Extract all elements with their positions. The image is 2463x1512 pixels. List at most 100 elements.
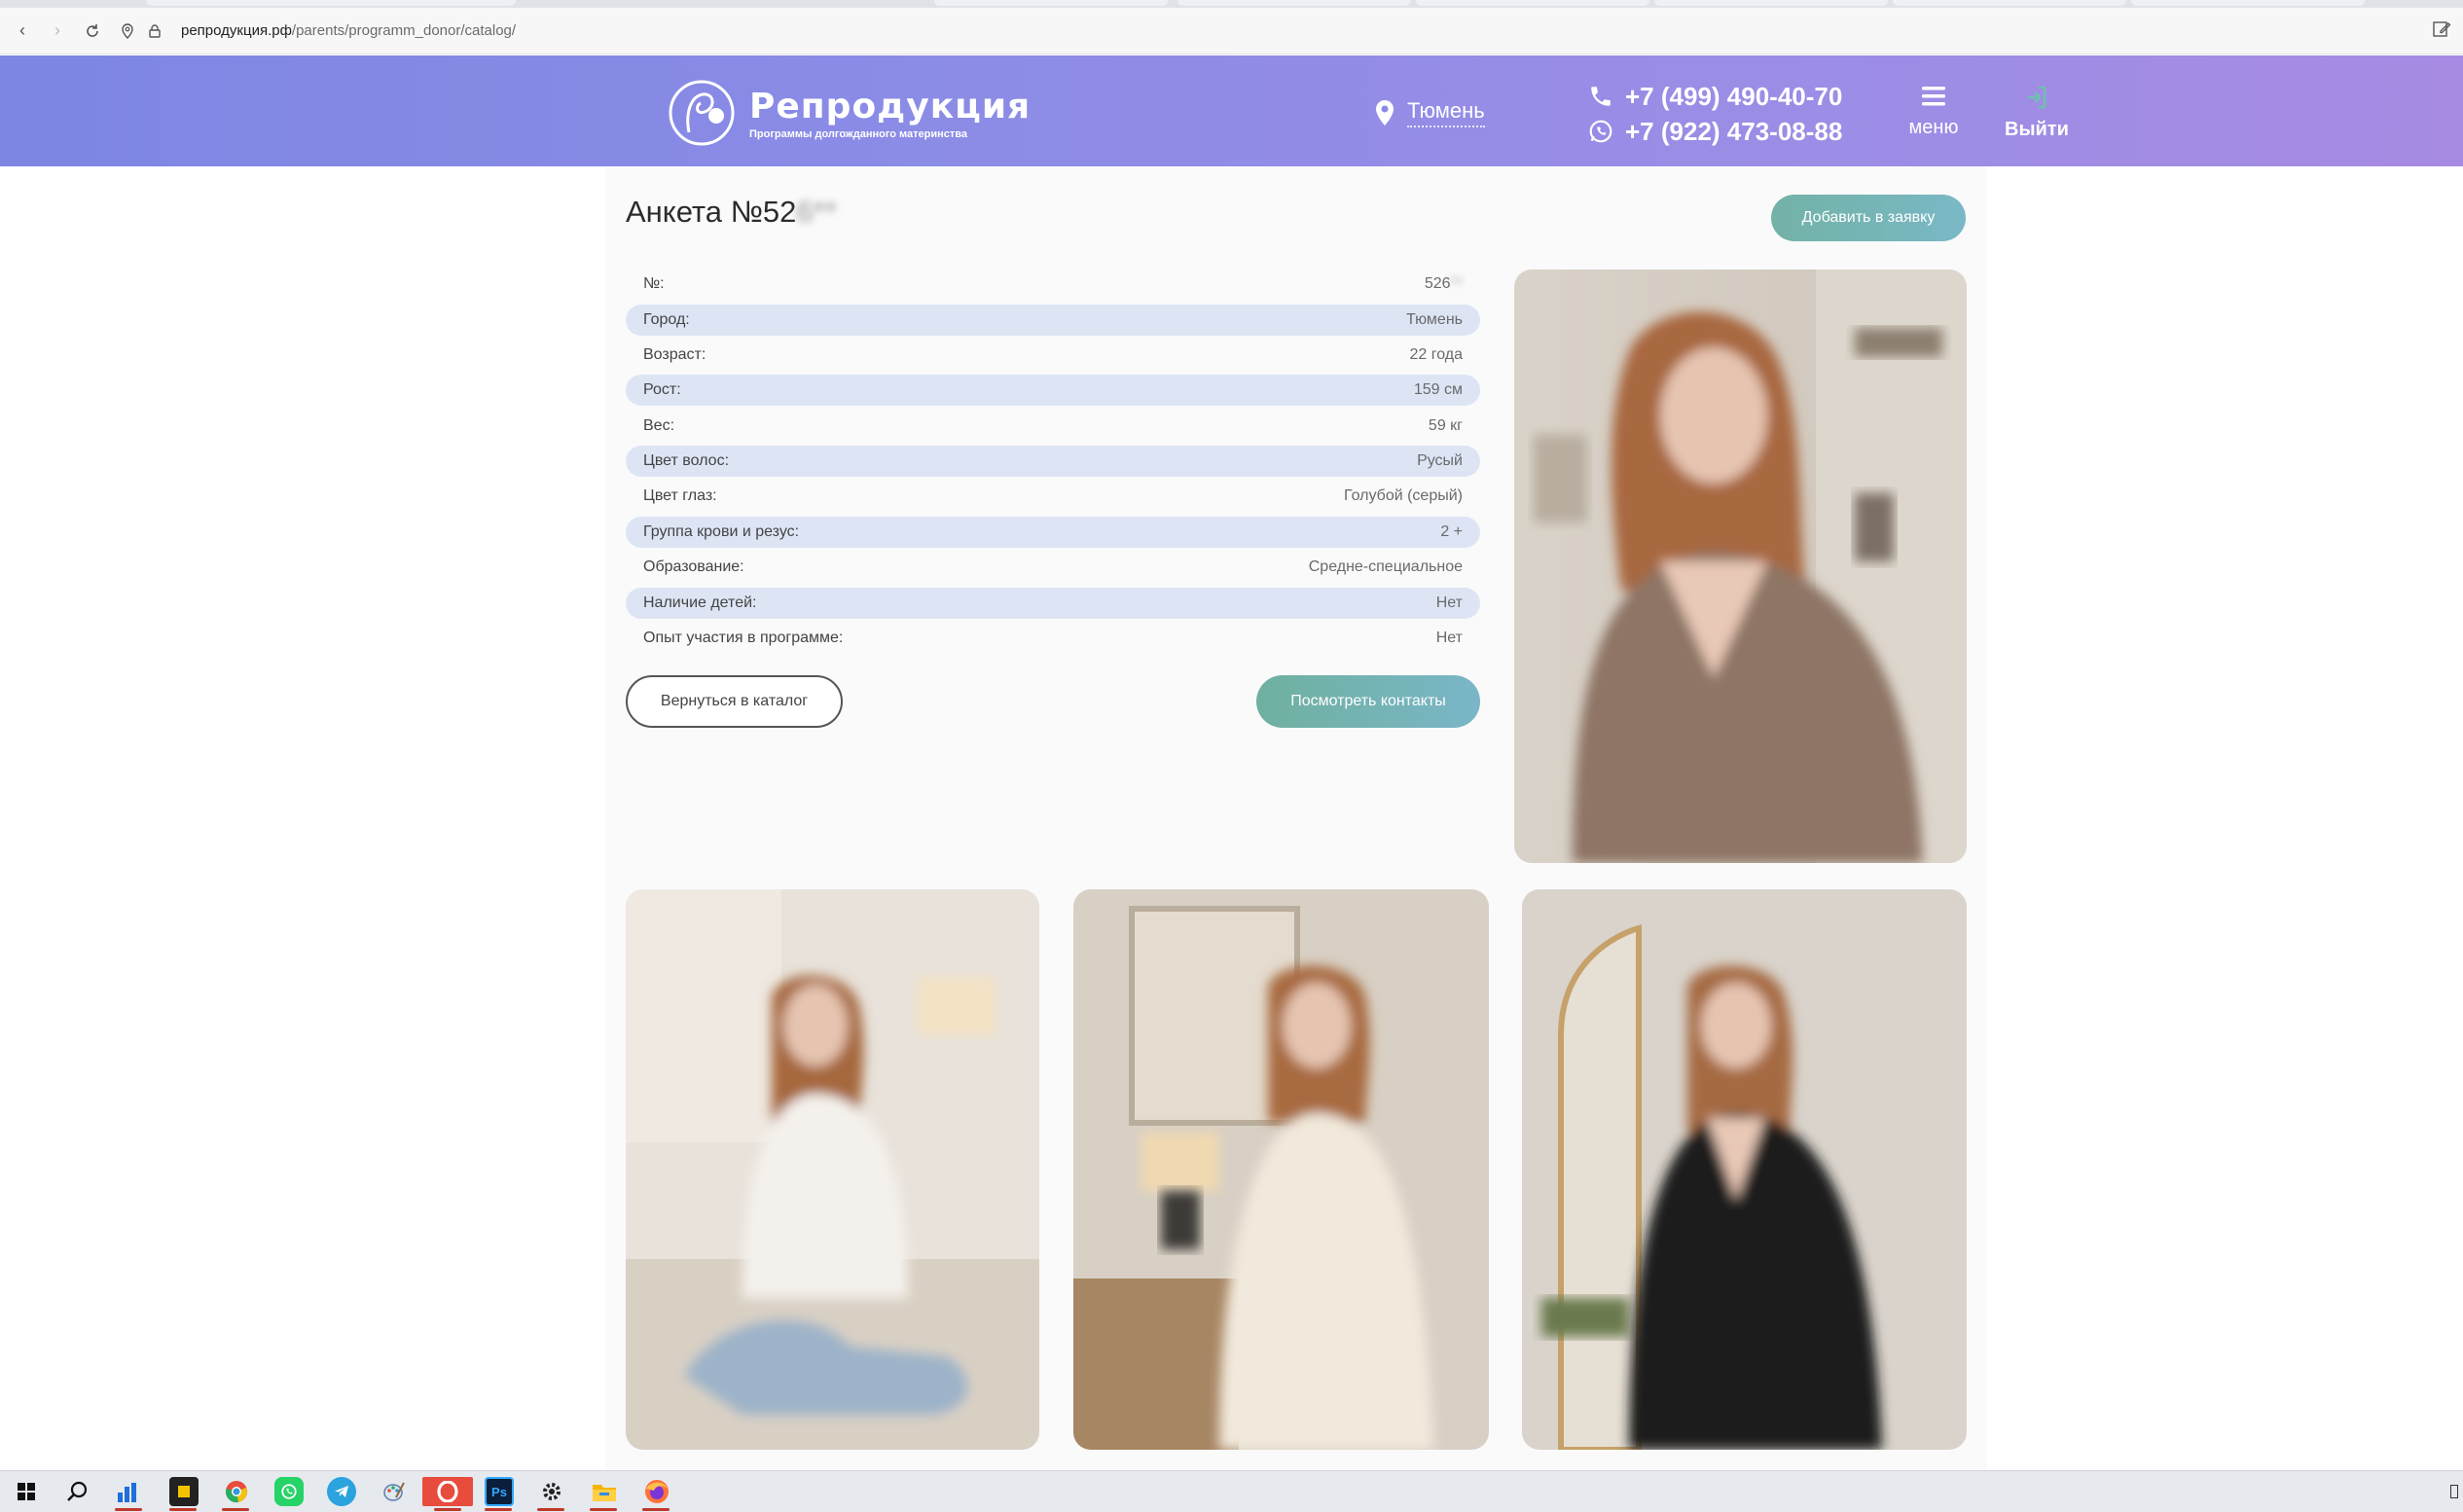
location-pin-icon[interactable] bbox=[115, 18, 140, 44]
opera-browser-icon[interactable] bbox=[422, 1477, 473, 1506]
info-label: Вес: bbox=[643, 416, 675, 434]
phone-icon bbox=[1591, 87, 1611, 106]
info-label: №: bbox=[643, 275, 665, 293]
search-icon[interactable] bbox=[62, 1477, 91, 1506]
gallery-photo-1[interactable] bbox=[626, 889, 1039, 1450]
page-title-hidden-digits: 6** bbox=[796, 195, 837, 229]
gallery-photo-2[interactable] bbox=[1073, 889, 1489, 1450]
chrome-browser-icon[interactable] bbox=[222, 1477, 251, 1506]
browser-tab[interactable] bbox=[146, 0, 516, 6]
info-row-blood-type: Группа крови и резус: 2 + bbox=[626, 516, 1480, 548]
browser-tab[interactable] bbox=[934, 0, 1168, 6]
info-row-height: Рост: 159 см bbox=[626, 375, 1480, 407]
gallery-photo-3[interactable] bbox=[1522, 889, 1967, 1450]
info-label: Наличие детей: bbox=[643, 594, 757, 611]
info-label: Опыт участия в программе: bbox=[643, 630, 844, 647]
logo-subtitle: Программы долгожданного материнства bbox=[749, 127, 968, 140]
taskbar-active-indicator bbox=[434, 1508, 461, 1511]
info-row-children: Наличие детей: Нет bbox=[626, 587, 1480, 619]
add-to-request-button[interactable]: Добавить в заявку bbox=[1771, 195, 1966, 241]
edit-page-icon[interactable] bbox=[2432, 19, 2453, 41]
charts-app-icon[interactable] bbox=[115, 1477, 144, 1506]
browser-tab[interactable] bbox=[1416, 0, 1649, 6]
photo-image bbox=[1522, 889, 1967, 1450]
phone-2[interactable]: +7 (922) 473-08-88 bbox=[1588, 114, 1842, 149]
taskbar-active-indicator bbox=[537, 1508, 564, 1511]
page-title: Анкета №526** bbox=[626, 195, 837, 230]
photoshop-app-icon[interactable]: Ps bbox=[485, 1477, 514, 1506]
browser-tab[interactable] bbox=[1893, 0, 2126, 6]
url-field[interactable]: репродукция.рф/parents/programm_donor/ca… bbox=[181, 22, 516, 39]
info-value: Нет bbox=[1435, 594, 1463, 611]
taskbar-active-indicator bbox=[169, 1508, 197, 1511]
info-row-education: Образование: Средне-специальное bbox=[626, 550, 1480, 585]
back-to-catalog-button[interactable]: Вернуться в каталог bbox=[626, 675, 843, 728]
browser-tab[interactable] bbox=[1177, 0, 1411, 6]
browser-tab[interactable] bbox=[1654, 0, 1888, 6]
taskbar-active-indicator bbox=[590, 1508, 617, 1511]
notes-app-icon[interactable] bbox=[169, 1477, 199, 1506]
info-row-hair-color: Цвет волос: Русый bbox=[626, 446, 1480, 478]
whatsapp-app-icon[interactable] bbox=[274, 1477, 304, 1506]
info-row-program-experience: Опыт участия в программе: Нет bbox=[626, 621, 1480, 656]
taskbar-active-indicator bbox=[642, 1508, 670, 1511]
info-label: Возраст: bbox=[643, 345, 706, 363]
phone-1-text: +7 (499) 490-40-70 bbox=[1625, 81, 1843, 111]
info-row-age: Возраст: 22 года bbox=[626, 338, 1480, 373]
file-explorer-icon[interactable] bbox=[590, 1477, 619, 1506]
url-domain: репродукция.рф bbox=[181, 22, 292, 39]
show-desktop-icon[interactable] bbox=[2447, 1477, 2461, 1506]
back-arrow-icon[interactable]: ‹ bbox=[10, 18, 35, 44]
info-label: Рост: bbox=[643, 381, 681, 399]
telegram-app-icon[interactable] bbox=[327, 1477, 356, 1506]
site-logo[interactable]: Репродукция Программы долгожданного мате… bbox=[668, 79, 1031, 147]
view-contacts-button[interactable]: Посмотреть контакты bbox=[1256, 675, 1480, 728]
info-value: 159 см bbox=[1413, 381, 1463, 399]
windows-start-icon[interactable] bbox=[12, 1477, 41, 1506]
info-label: Цвет глаз: bbox=[643, 487, 717, 505]
reload-icon[interactable] bbox=[80, 18, 105, 44]
info-label: Цвет волос: bbox=[643, 452, 730, 470]
info-value-hidden-digits: ** bbox=[1450, 275, 1463, 293]
logo-icon bbox=[669, 80, 735, 146]
page-title-text: Анкета №52 bbox=[626, 195, 797, 229]
firefox-browser-icon[interactable] bbox=[642, 1477, 671, 1506]
lock-icon[interactable] bbox=[142, 18, 167, 44]
info-value: Голубой (серый) bbox=[1344, 487, 1463, 505]
forward-arrow-icon[interactable]: › bbox=[45, 18, 70, 44]
phone-block: +7 (499) 490-40-70 +7 (922) 473-08-88 bbox=[1588, 79, 1842, 149]
info-row-weight: Вес: 59 кг bbox=[626, 409, 1480, 444]
info-value: 59 кг bbox=[1428, 416, 1463, 434]
city-selector[interactable]: Тюмень bbox=[1374, 98, 1485, 127]
phone-1[interactable]: +7 (499) 490-40-70 bbox=[1588, 79, 1842, 114]
phone-2-text: +7 (922) 473-08-88 bbox=[1625, 116, 1843, 146]
main-photo[interactable] bbox=[1514, 270, 1967, 863]
hamburger-icon bbox=[1922, 87, 1945, 106]
info-value-number: 526 bbox=[1424, 275, 1451, 293]
info-value: 22 года bbox=[1409, 345, 1463, 363]
info-value: Тюмень bbox=[1406, 310, 1463, 328]
address-bar: ‹ › репродукция.рф/parents/programm_dono… bbox=[0, 8, 2463, 54]
info-value: Русый bbox=[1417, 452, 1463, 470]
taskbar-active-indicator bbox=[115, 1508, 142, 1511]
browser-tabstrip bbox=[0, 0, 2463, 8]
settings-gear-icon[interactable] bbox=[537, 1477, 566, 1506]
info-row-number: №: 526** bbox=[626, 267, 1480, 302]
browser-tab[interactable] bbox=[2131, 0, 2365, 6]
os-taskbar: Ps bbox=[0, 1470, 2463, 1512]
info-label: Группа крови и резус: bbox=[643, 522, 800, 540]
profile-info-table: №: 526** Город: Тюмень Возраст: 22 года … bbox=[626, 267, 1480, 656]
taskbar-active-indicator bbox=[222, 1508, 249, 1511]
menu-button[interactable]: меню bbox=[1907, 85, 1960, 139]
logout-button[interactable]: Выйти bbox=[2003, 85, 2071, 141]
paint-app-icon[interactable] bbox=[380, 1477, 409, 1506]
info-label: Образование: bbox=[643, 558, 744, 576]
whatsapp-icon bbox=[1589, 120, 1612, 143]
photo-image bbox=[1514, 270, 1967, 863]
info-label: Город: bbox=[643, 310, 690, 328]
info-row-city: Город: Тюмень bbox=[626, 304, 1480, 336]
photo-image bbox=[1073, 889, 1489, 1450]
url-path: /parents/programm_donor/catalog/ bbox=[291, 22, 517, 39]
info-value: 526** bbox=[1425, 275, 1463, 293]
info-row-eye-color: Цвет глаз: Голубой (серый) bbox=[626, 479, 1480, 514]
